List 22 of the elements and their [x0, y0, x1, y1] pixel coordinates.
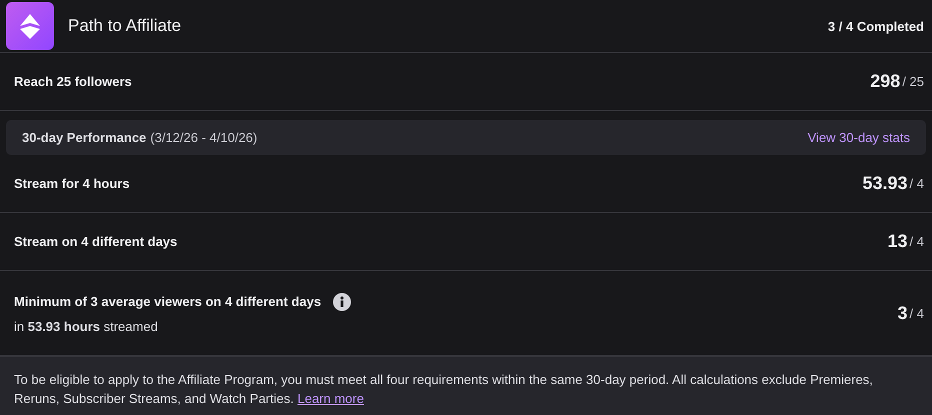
current-value: 53.93	[862, 173, 908, 194]
date-range: (3/12/26 - 4/10/26)	[150, 130, 258, 145]
current-value: 298	[870, 71, 900, 92]
target-value: / 4	[910, 234, 924, 249]
current-value: 3	[898, 302, 908, 324]
performance-title: 30-day Performance	[22, 130, 146, 145]
target-value: / 25	[902, 74, 924, 89]
requirement-label: Reach 25 followers	[14, 74, 132, 89]
view-stats-link[interactable]: View 30-day stats	[808, 130, 910, 145]
current-value: 13	[888, 231, 908, 252]
info-icon[interactable]	[333, 292, 352, 310]
requirement-label: Stream for 4 hours	[14, 176, 130, 191]
progress-count: 3 / 4 Completed	[828, 18, 924, 34]
streamed-hours-note: in 53.93 hours streamed	[14, 318, 159, 334]
affiliate-logo-icon	[6, 2, 54, 50]
requirement-label: Stream on 4 different days	[14, 234, 178, 249]
requirement-label: Minimum of 3 average viewers on 4 different days	[14, 294, 322, 309]
page-title: Path to Affiliate	[68, 16, 182, 36]
eligibility-note: To be eligible to apply to the Affiliate Program, you must meet all four requirements within the same 30-day period. All calculations exclude Premieres, Reruns, Subscriber Streams, and Watch Parties. Learn more	[14, 371, 874, 408]
target-value: / 4	[910, 176, 924, 191]
target-value: / 4	[910, 306, 924, 320]
learn-more-link[interactable]: Learn more	[297, 391, 364, 406]
